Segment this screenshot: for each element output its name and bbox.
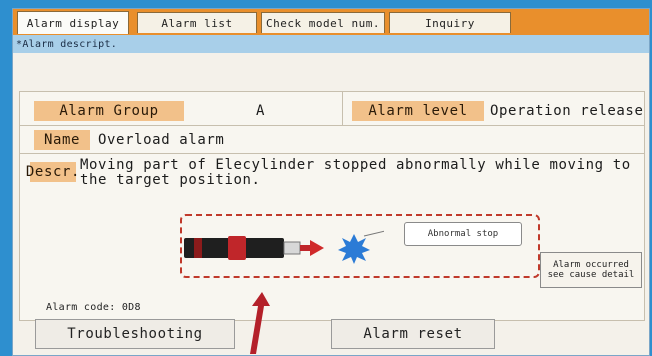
alarm-screen: Alarm display Alarm list Check model num… bbox=[12, 8, 650, 356]
alarm-reset-button[interactable]: Alarm reset bbox=[331, 319, 495, 349]
troubleshooting-button[interactable]: Troubleshooting bbox=[35, 319, 235, 349]
alarm-level-label: Alarm level bbox=[352, 101, 484, 121]
alarm-group-value: A bbox=[256, 103, 266, 119]
cause-detail-line1: Alarm occurred bbox=[553, 260, 629, 270]
name-label: Name bbox=[34, 130, 90, 150]
tab-alarm-display[interactable]: Alarm display bbox=[17, 11, 129, 34]
alarm-group-row: Alarm Group A Alarm level Operation rele… bbox=[20, 92, 644, 126]
section-label: *Alarm descript. bbox=[13, 35, 649, 53]
alarm-name-value: Overload alarm bbox=[98, 132, 225, 148]
tab-alarm-list[interactable]: Alarm list bbox=[137, 12, 257, 33]
highlight-box bbox=[180, 214, 540, 278]
name-row: Name Overload alarm bbox=[20, 126, 644, 154]
cause-detail-button[interactable]: Alarm occurred see cause detail bbox=[540, 252, 642, 288]
cause-detail-line2: see cause detail bbox=[547, 270, 635, 280]
description-text: Moving part of Elecylinder stopped abnor… bbox=[80, 157, 631, 188]
tab-bar: Alarm display Alarm list Check model num… bbox=[13, 9, 649, 35]
alarm-code: Alarm code: 0D8 bbox=[46, 302, 141, 313]
descr-label: Descr. bbox=[25, 162, 81, 182]
tab-inquiry[interactable]: Inquiry bbox=[389, 12, 511, 33]
tab-check-model-num[interactable]: Check model num. bbox=[261, 12, 385, 33]
row-divider bbox=[342, 92, 343, 126]
alarm-level-value: Operation release bbox=[490, 103, 644, 119]
alarm-group-label: Alarm Group bbox=[34, 101, 184, 121]
pointer-arrow-icon bbox=[250, 292, 270, 354]
alarm-detail-panel: Alarm Group A Alarm level Operation rele… bbox=[19, 91, 645, 321]
